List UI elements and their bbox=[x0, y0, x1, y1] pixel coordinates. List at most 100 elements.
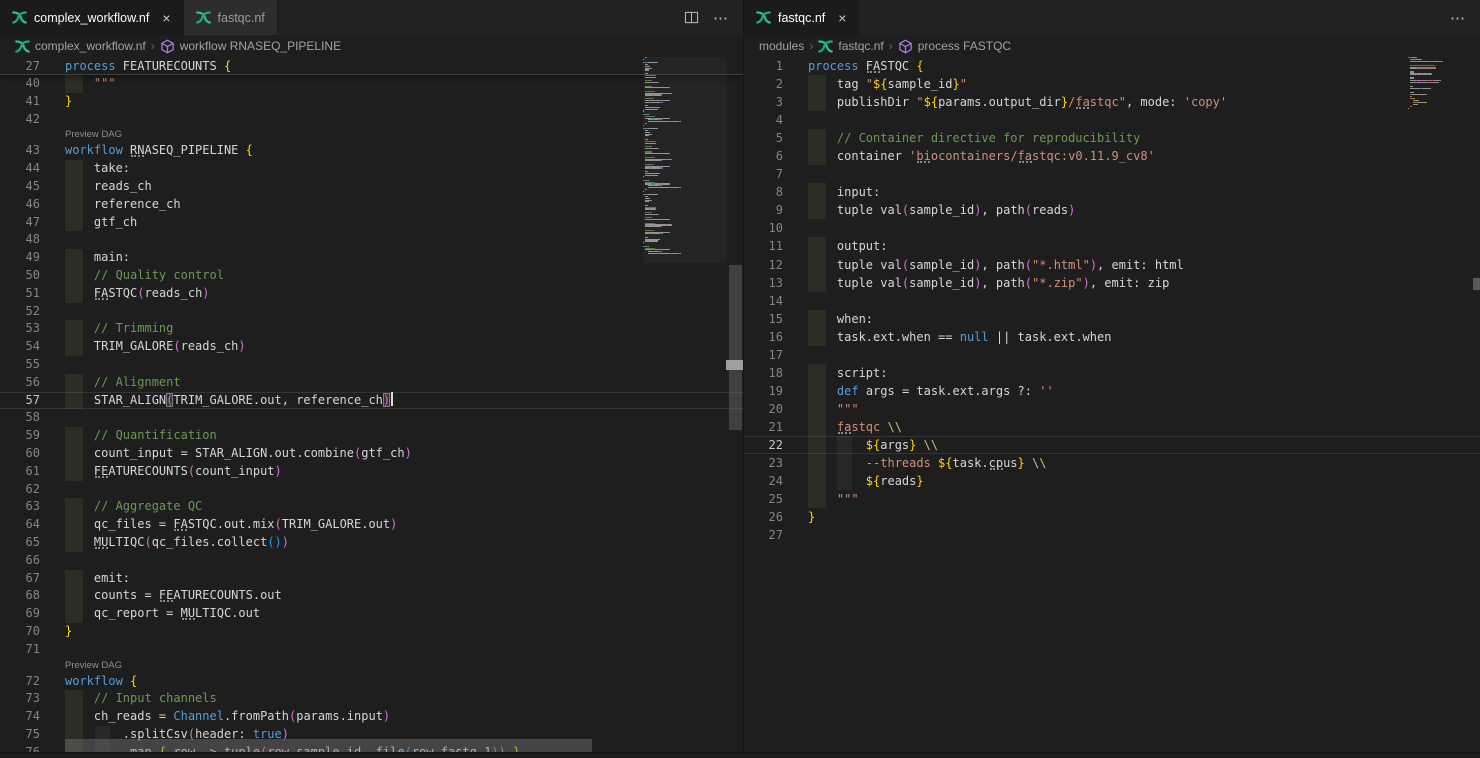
code-line-43[interactable]: 43workflow RNASEQ_PIPELINE { bbox=[0, 142, 743, 160]
code-line-59[interactable]: 59 // Quantification bbox=[0, 427, 743, 445]
code-line-20[interactable]: 20 """ bbox=[744, 400, 1480, 418]
code-line-8[interactable]: 8 input: bbox=[744, 183, 1480, 201]
code-line-14[interactable]: 14 bbox=[744, 292, 1480, 310]
code-line-60[interactable]: 60 count_input = STAR_ALIGN.out.combine(… bbox=[0, 445, 743, 463]
vertical-scrollbar-left[interactable] bbox=[729, 265, 742, 430]
code-line-12[interactable]: 12 tuple val(sample_id), path("*.html"),… bbox=[744, 256, 1480, 274]
tabs-right: fastqc.nf× bbox=[744, 0, 859, 35]
breadcrumb-item-complex-workflow-nf[interactable]: complex_workflow.nf bbox=[15, 39, 146, 54]
code-line-3[interactable]: 3 publishDir "${params.output_dir}/fastq… bbox=[744, 93, 1480, 111]
code-line-53[interactable]: 53 // Trimming bbox=[0, 320, 743, 338]
code-line-58[interactable]: 58 bbox=[0, 409, 743, 427]
breadcrumb-item-workflow-rnaseq-pipeline[interactable]: workflow RNASEQ_PIPELINE bbox=[160, 39, 341, 54]
code-line-45[interactable]: 45 reads_ch bbox=[0, 178, 743, 196]
editor-group-right: fastqc.nf× ⋯ modules›fastqc.nf›process F… bbox=[744, 0, 1480, 758]
code-line-74[interactable]: 74 ch_reads = Channel.fromPath(params.in… bbox=[0, 708, 743, 726]
editor-right[interactable]: 1process FASTQC {2 tag "${sample_id}"3 p… bbox=[744, 57, 1480, 758]
minimap-right[interactable] bbox=[1408, 57, 1472, 121]
code-token: FEATURECOUNTS bbox=[123, 59, 224, 73]
code-line-22[interactable]: 22 ${args} \\ bbox=[744, 436, 1480, 454]
code-token: " bbox=[1119, 95, 1126, 109]
code-line-47[interactable]: 47 gtf_ch bbox=[0, 214, 743, 232]
horizontal-scrollbar-left[interactable] bbox=[65, 739, 592, 752]
code-line-50[interactable]: 50 // Quality control bbox=[0, 267, 743, 285]
code-line-6[interactable]: 6 container 'biocontainers/fastqc:v0.11.… bbox=[744, 147, 1480, 165]
code-line-4[interactable]: 4 bbox=[744, 111, 1480, 129]
code-line-68[interactable]: 68 counts = FEATURECOUNTS.out bbox=[0, 587, 743, 605]
breadcrumb-item-process-fastqc[interactable]: process FASTQC bbox=[898, 39, 1011, 54]
code-token: ) bbox=[202, 286, 209, 300]
scrollbar-handle-right[interactable] bbox=[1473, 278, 1480, 290]
code-line-55[interactable]: 55 bbox=[0, 356, 743, 374]
code-line-54[interactable]: 54 TRIM_GALORE(reads_ch) bbox=[0, 338, 743, 356]
code-line-10[interactable]: 10 bbox=[744, 219, 1480, 237]
code-line-49[interactable]: 49 main: bbox=[0, 249, 743, 267]
code-line-42[interactable]: 42 bbox=[0, 111, 743, 129]
code-line-62[interactable]: 62 bbox=[0, 481, 743, 499]
code-line-24[interactable]: 24 ${reads} bbox=[744, 472, 1480, 490]
code-line-19[interactable]: 19 def args = task.ext.args ?: '' bbox=[744, 382, 1480, 400]
sticky-scroll-line[interactable]: 27process FEATURECOUNTS { bbox=[0, 57, 743, 75]
codelens-preview-dag[interactable]: Preview DAG bbox=[0, 128, 743, 142]
code-line-72[interactable]: 72workflow { bbox=[0, 673, 743, 691]
codelens-preview-dag[interactable]: Preview DAG bbox=[0, 659, 743, 673]
code-line-71[interactable]: 71 bbox=[0, 641, 743, 659]
code-line-64[interactable]: 64 qc_files = FASTQC.out.mix(TRIM_GALORE… bbox=[0, 516, 743, 534]
code-token: , path bbox=[981, 276, 1024, 290]
code-line-46[interactable]: 46 reference_ch bbox=[0, 196, 743, 214]
more-actions-button-left[interactable]: ⋯ bbox=[713, 9, 729, 27]
code-line-63[interactable]: 63 // Aggregate QC bbox=[0, 498, 743, 516]
line-number: 60 bbox=[0, 445, 40, 463]
code-line-56[interactable]: 56 // Alignment bbox=[0, 374, 743, 392]
code-line-1[interactable]: 1process FASTQC { bbox=[744, 57, 1480, 75]
breadcrumb-item-modules[interactable]: modules bbox=[759, 39, 804, 53]
more-actions-button-right[interactable]: ⋯ bbox=[1450, 9, 1466, 27]
code-line-25[interactable]: 25 """ bbox=[744, 490, 1480, 508]
tab-fastqc-nf[interactable]: fastqc.nf× bbox=[744, 0, 859, 35]
breadcrumb-item-fastqc-nf[interactable]: fastqc.nf bbox=[818, 39, 883, 54]
code-line-15[interactable]: 15 when: bbox=[744, 310, 1480, 328]
code-token: FEATURECOUNTS bbox=[159, 588, 253, 602]
minimap-line bbox=[1408, 110, 1472, 111]
code-line-70[interactable]: 70} bbox=[0, 623, 743, 641]
code-token bbox=[808, 384, 837, 398]
code-line-27[interactable]: 27 bbox=[744, 526, 1480, 544]
code-line-2[interactable]: 2 tag "${sample_id}" bbox=[744, 75, 1480, 93]
code-token: } bbox=[808, 510, 815, 524]
code-line-65[interactable]: 65 MULTIQC(qc_files.collect()) bbox=[0, 534, 743, 552]
code-line-61[interactable]: 61 FEATURECOUNTS(count_input) bbox=[0, 463, 743, 481]
scrollbar-drag-handle[interactable] bbox=[726, 360, 743, 370]
tab-complex-workflow-nf[interactable]: complex_workflow.nf× bbox=[0, 0, 184, 35]
code-line-23[interactable]: 23 --threads ${task.cpus} \\ bbox=[744, 454, 1480, 472]
minimap-left[interactable] bbox=[643, 57, 727, 265]
code-line-69[interactable]: 69 qc_report = MULTIQC.out bbox=[0, 605, 743, 623]
code-line-67[interactable]: 67 emit: bbox=[0, 570, 743, 588]
code-line-73[interactable]: 73 // Input channels bbox=[0, 690, 743, 708]
code-line-57[interactable]: 57 STAR_ALIGN(TRIM_GALORE.out, reference… bbox=[0, 392, 743, 410]
breadcrumb-label: workflow RNASEQ_PIPELINE bbox=[180, 39, 341, 53]
code-line-52[interactable]: 52 bbox=[0, 303, 743, 321]
code-line-9[interactable]: 9 tuple val(sample_id), path(reads) bbox=[744, 201, 1480, 219]
code-line-7[interactable]: 7 bbox=[744, 165, 1480, 183]
line-number: 64 bbox=[0, 516, 40, 534]
code-line-11[interactable]: 11 output: bbox=[744, 237, 1480, 255]
code-line-48[interactable]: 48 bbox=[0, 231, 743, 249]
code-line-13[interactable]: 13 tuple val(sample_id), path("*.zip"), … bbox=[744, 274, 1480, 292]
close-icon[interactable]: × bbox=[162, 11, 170, 25]
close-icon[interactable]: × bbox=[838, 11, 846, 25]
code-line-41[interactable]: 41} bbox=[0, 93, 743, 111]
split-editor-button[interactable] bbox=[684, 10, 699, 25]
code-line-40[interactable]: 40 """ bbox=[0, 75, 743, 93]
code-line-51[interactable]: 51 FASTQC(reads_ch) bbox=[0, 285, 743, 303]
tab-fastqc-nf[interactable]: fastqc.nf bbox=[184, 0, 278, 35]
code-line-26[interactable]: 26} bbox=[744, 508, 1480, 526]
code-line-21[interactable]: 21 fastqc \\ bbox=[744, 418, 1480, 436]
code-line-44[interactable]: 44 take: bbox=[0, 160, 743, 178]
line-number: 25 bbox=[744, 490, 783, 508]
code-line-5[interactable]: 5 // Container directive for reproducibi… bbox=[744, 129, 1480, 147]
code-line-66[interactable]: 66 bbox=[0, 552, 743, 570]
editor-left[interactable]: 27process FEATURECOUNTS { 40 """41}42Pre… bbox=[0, 57, 743, 758]
code-line-17[interactable]: 17 bbox=[744, 346, 1480, 364]
code-line-16[interactable]: 16 task.ext.when == null || task.ext.whe… bbox=[744, 328, 1480, 346]
code-line-18[interactable]: 18 script: bbox=[744, 364, 1480, 382]
